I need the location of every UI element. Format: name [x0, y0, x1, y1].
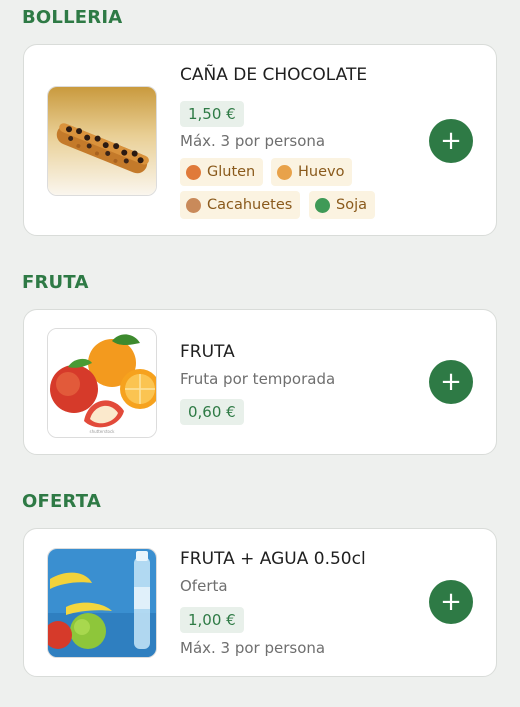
allergen-label: Huevo: [298, 164, 345, 180]
svg-text:shutterstock: shutterstock: [89, 429, 115, 434]
product-name: FRUTA: [180, 342, 235, 362]
add-to-cart-button[interactable]: +: [429, 119, 473, 163]
peanut-icon: [186, 197, 201, 213]
add-to-cart-button[interactable]: +: [429, 360, 473, 404]
section-title-fruta: FRUTA: [22, 272, 89, 293]
product-price: 1,50 €: [180, 101, 244, 127]
allergen-tag-huevo: Huevo: [271, 158, 353, 186]
product-price: 1,00 €: [180, 607, 244, 633]
product-description: Oferta: [180, 577, 228, 595]
plus-icon: +: [440, 587, 462, 617]
product-card-cana-chocolate[interactable]: CAÑA DE CHOCOLATE 1,50 € Máx. 3 por pers…: [23, 44, 497, 236]
soy-icon: [315, 197, 330, 213]
product-limit: Máx. 3 por persona: [180, 639, 326, 657]
allergen-tag-gluten: Gluten: [180, 158, 264, 186]
product-image-fruta-agua: [47, 548, 157, 658]
plus-icon: +: [440, 126, 462, 156]
product-price: 0,60 €: [180, 399, 244, 425]
gluten-icon: [186, 164, 201, 180]
allergen-tag-soja: Soja: [309, 191, 375, 219]
plus-icon: +: [440, 367, 462, 397]
product-limit: Máx. 3 por persona: [180, 132, 326, 150]
allergen-label: Cacahuetes: [207, 197, 293, 213]
allergen-tag-cacahuetes: Cacahuetes: [180, 191, 301, 219]
section-title-oferta: OFERTA: [22, 491, 101, 512]
add-to-cart-button[interactable]: +: [429, 580, 473, 624]
product-card-fruta[interactable]: shutterstock FRUTA Fruta por temporada 0…: [23, 309, 497, 455]
product-image-fruta: shutterstock: [47, 328, 157, 438]
product-image-cana-chocolate: [47, 86, 157, 196]
product-name: FRUTA + AGUA 0.50cl: [180, 549, 366, 569]
product-description: Fruta por temporada: [180, 370, 336, 388]
egg-icon: [277, 164, 292, 180]
product-name: CAÑA DE CHOCOLATE: [180, 65, 368, 85]
product-card-fruta-agua[interactable]: FRUTA + AGUA 0.50cl Oferta 1,00 € Máx. 3…: [23, 528, 497, 677]
allergen-label: Gluten: [207, 164, 256, 180]
section-title-bolleria: BOLLERIA: [22, 7, 123, 28]
allergen-label: Soja: [336, 197, 367, 213]
